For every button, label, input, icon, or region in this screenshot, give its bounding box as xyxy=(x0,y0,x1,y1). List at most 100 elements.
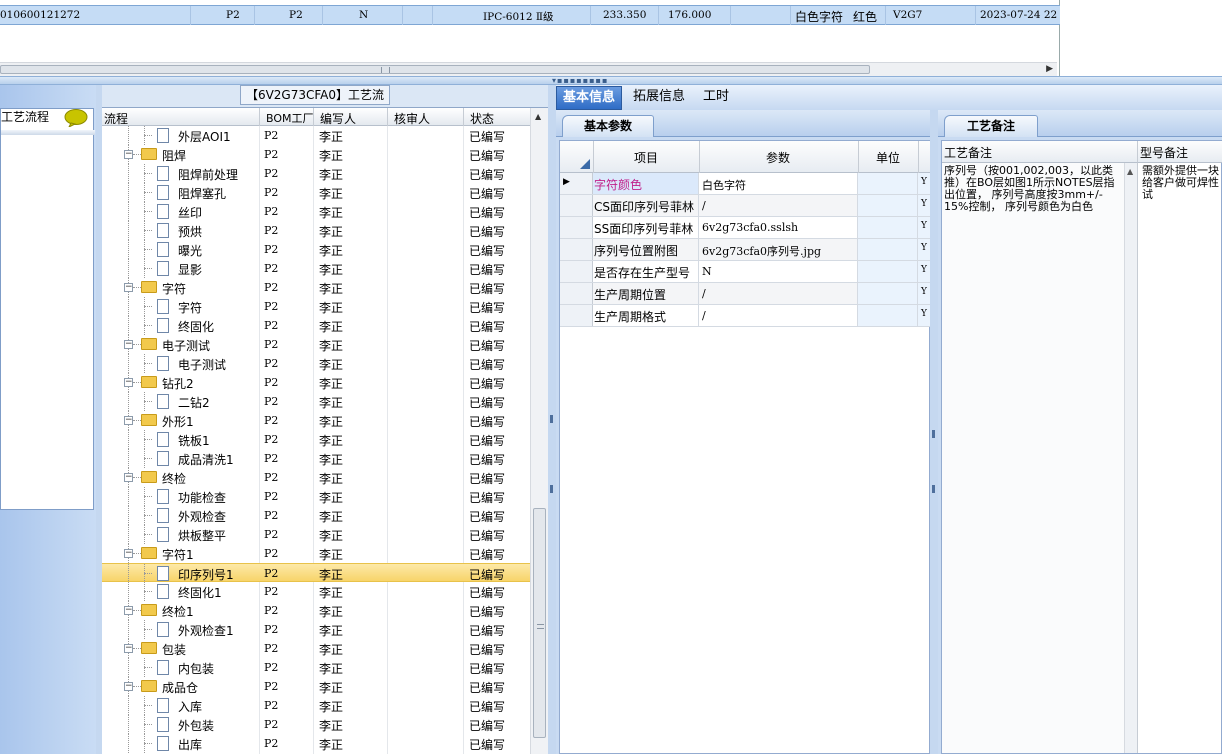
tree-row[interactable]: 铣板1 P2 李正 已编写 xyxy=(102,430,530,449)
param-value[interactable]: N xyxy=(702,265,712,278)
tree-row[interactable]: − 终检1 P2 李正 已编写 xyxy=(102,601,530,620)
tree-row[interactable]: 外观检查1 P2 李正 已编写 xyxy=(102,620,530,639)
vertical-splitter[interactable] xyxy=(930,110,938,754)
scroll-right-icon[interactable]: ▶ xyxy=(1046,64,1053,74)
nav-item-process-flow[interactable]: 工艺流程 xyxy=(1,108,49,125)
tree-row[interactable]: 内包装 P2 李正 已编写 xyxy=(102,658,530,677)
param-value[interactable]: / xyxy=(702,287,706,300)
row-indicator[interactable] xyxy=(560,239,593,260)
tab-work-hours[interactable]: 工时 xyxy=(694,86,738,110)
collapse-icon[interactable]: − xyxy=(124,644,133,653)
col-header-status[interactable]: 状态 xyxy=(470,110,494,127)
tree-vertical-scrollbar[interactable]: ▲ xyxy=(530,108,548,754)
param-value[interactable]: 6v2g73cfa0.sslsh xyxy=(702,221,798,234)
tab-process-notes[interactable]: 工艺备注 xyxy=(944,115,1038,137)
tree-row[interactable]: 烘板整平 P2 李正 已编写 xyxy=(102,525,530,544)
select-all-corner-icon[interactable] xyxy=(580,159,590,169)
param-row[interactable]: 是否存在生产型号 N Y xyxy=(560,261,931,283)
col-header-flow[interactable]: 流程 xyxy=(104,110,128,127)
tree-row[interactable]: 外层AOI1 P2 李正 已编写 xyxy=(102,126,530,145)
tree-row[interactable]: 功能检查 P2 李正 已编写 xyxy=(102,487,530,506)
tree-row[interactable]: 字符 P2 李正 已编写 xyxy=(102,297,530,316)
param-flag[interactable]: Y xyxy=(921,199,927,209)
scroll-thumb[interactable] xyxy=(0,65,870,74)
tree-row[interactable]: 曝光 P2 李正 已编写 xyxy=(102,240,530,259)
param-value[interactable]: 白色字符 xyxy=(702,177,746,193)
tree-row[interactable]: 阻焊塞孔 P2 李正 已编写 xyxy=(102,183,530,202)
param-value[interactable]: / xyxy=(702,309,706,322)
tree-row[interactable]: 外观检查 P2 李正 已编写 xyxy=(102,506,530,525)
param-flag[interactable]: Y xyxy=(921,309,927,319)
horizontal-scrollbar[interactable]: ▶ xyxy=(0,62,1057,76)
param-value[interactable]: 6v2g73cfa0序列号.jpg xyxy=(702,243,821,259)
collapse-icon[interactable]: − xyxy=(124,283,133,292)
tab-basic-params[interactable]: 基本参数 xyxy=(562,115,654,137)
tab-basic-info[interactable]: 基本信息 xyxy=(556,86,622,110)
param-row[interactable]: SS面印序列号菲林 6v2g73cfa0.sslsh Y xyxy=(560,217,931,239)
tree-row[interactable]: 终固化 P2 李正 已编写 xyxy=(102,316,530,335)
tree-row[interactable]: − 钻孔2 P2 李正 已编写 xyxy=(102,373,530,392)
model-notes-text[interactable]: 需额外提供一块 给客户做可焊性 试 xyxy=(1142,165,1222,201)
param-row[interactable]: 序列号位置附图 6v2g73cfa0序列号.jpg Y xyxy=(560,239,931,261)
tree-row[interactable]: − 字符 P2 李正 已编写 xyxy=(102,278,530,297)
param-flag[interactable]: Y xyxy=(921,287,927,297)
process-notes-text[interactable]: 序列号（按001,002,003，以此类 推）在BO层如图1所示NOTES层指 … xyxy=(944,165,1124,213)
tree-row[interactable]: − 阻焊 P2 李正 已编写 xyxy=(102,145,530,164)
tree-row[interactable]: − 包装 P2 李正 已编写 xyxy=(102,639,530,658)
tree-row[interactable]: − 外形1 P2 李正 已编写 xyxy=(102,411,530,430)
collapse-icon[interactable]: − xyxy=(124,473,133,482)
tree-row[interactable]: 丝印 P2 李正 已编写 xyxy=(102,202,530,221)
param-flag[interactable]: Y xyxy=(921,265,927,275)
horizontal-splitter[interactable]: ▾▪▪▪▪▪▪▪▪ xyxy=(0,76,1222,85)
notes-scrollbar[interactable]: ▲ xyxy=(1124,163,1137,753)
tree-row[interactable]: 阻焊前处理 P2 李正 已编写 xyxy=(102,164,530,183)
tree-row[interactable]: 电子测试 P2 李正 已编写 xyxy=(102,354,530,373)
col-header-item[interactable]: 项目 xyxy=(634,149,658,166)
collapse-icon[interactable]: − xyxy=(124,340,133,349)
col-header-bom-factory[interactable]: BOM工厂 xyxy=(266,110,314,126)
tree-row[interactable]: 成品清洗1 P2 李正 已编写 xyxy=(102,449,530,468)
param-row[interactable]: 生产周期格式 / Y xyxy=(560,305,931,327)
collapse-icon[interactable]: − xyxy=(124,150,133,159)
tree-row[interactable]: 二钻2 P2 李正 已编写 xyxy=(102,392,530,411)
param-flag[interactable]: Y xyxy=(921,221,927,231)
col-header-reviewer[interactable]: 核审人 xyxy=(394,110,430,127)
tree-row[interactable]: 印序列号1 P2 李正 已编写 xyxy=(102,563,530,583)
chat-bubble-icon[interactable] xyxy=(64,109,88,127)
tree-row[interactable]: 外包装 P2 李正 已编写 xyxy=(102,715,530,734)
tree-row[interactable]: 显影 P2 李正 已编写 xyxy=(102,259,530,278)
col-header-param[interactable]: 参数 xyxy=(766,149,790,166)
collapse-icon[interactable]: − xyxy=(124,606,133,615)
tree-row[interactable]: 终固化1 P2 李正 已编写 xyxy=(102,582,530,601)
scroll-thumb[interactable] xyxy=(533,508,546,738)
tab-extended-info[interactable]: 拓展信息 xyxy=(625,86,693,110)
top-grid-row[interactable]: 010600121272 P2 P2 N IPC-6012 Ⅱ级 233.350… xyxy=(0,5,1060,25)
row-indicator[interactable] xyxy=(560,305,593,326)
row-indicator[interactable] xyxy=(560,217,593,238)
tree-row[interactable]: − 字符1 P2 李正 已编写 xyxy=(102,544,530,563)
tree-row[interactable]: − 终检 P2 李正 已编写 xyxy=(102,468,530,487)
tree-row[interactable]: 预烘 P2 李正 已编写 xyxy=(102,221,530,240)
tree-row[interactable]: 入库 P2 李正 已编写 xyxy=(102,696,530,715)
col-header-writer[interactable]: 编写人 xyxy=(320,110,356,127)
row-indicator[interactable] xyxy=(560,195,593,216)
vertical-splitter[interactable] xyxy=(548,85,556,754)
collapse-icon[interactable]: − xyxy=(124,682,133,691)
scroll-up-icon[interactable]: ▲ xyxy=(535,112,541,121)
tree-row[interactable]: 出库 P2 李正 已编写 xyxy=(102,734,530,753)
collapse-icon[interactable]: − xyxy=(124,549,133,558)
param-row[interactable]: CS面印序列号菲林 / Y xyxy=(560,195,931,217)
collapse-icon[interactable]: − xyxy=(124,416,133,425)
col-header-unit[interactable]: 单位 xyxy=(876,149,900,166)
tree-row[interactable]: − 成品仓 P2 李正 已编写 xyxy=(102,677,530,696)
param-row[interactable]: 生产周期位置 / Y xyxy=(560,283,931,305)
row-indicator[interactable] xyxy=(560,283,593,304)
param-flag[interactable]: Y xyxy=(921,243,927,253)
collapse-icon[interactable]: − xyxy=(124,378,133,387)
param-value[interactable]: / xyxy=(702,199,706,212)
param-flag[interactable]: Y xyxy=(921,177,927,187)
scroll-up-icon[interactable]: ▲ xyxy=(1127,167,1133,176)
tree-row[interactable]: − 电子测试 P2 李正 已编写 xyxy=(102,335,530,354)
row-indicator[interactable] xyxy=(560,261,593,282)
param-row[interactable]: ▶ 字符颜色 白色字符 Y xyxy=(560,173,931,195)
